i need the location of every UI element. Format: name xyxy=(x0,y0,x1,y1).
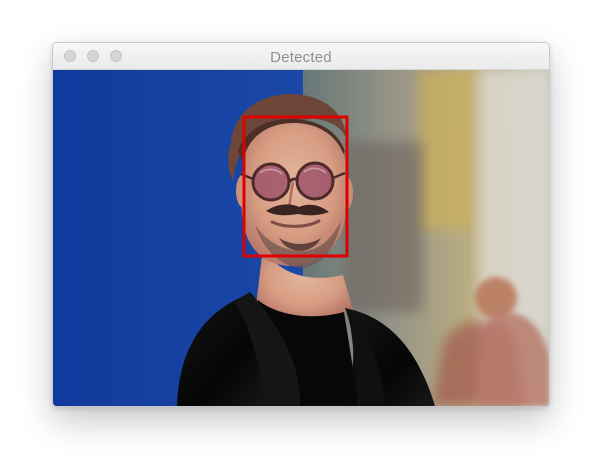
image-viewport xyxy=(53,70,549,406)
title-bar[interactable]: Detected xyxy=(53,43,549,70)
window-title: Detected xyxy=(270,49,332,66)
detected-window: Detected xyxy=(52,42,550,407)
detection-image xyxy=(53,70,549,406)
